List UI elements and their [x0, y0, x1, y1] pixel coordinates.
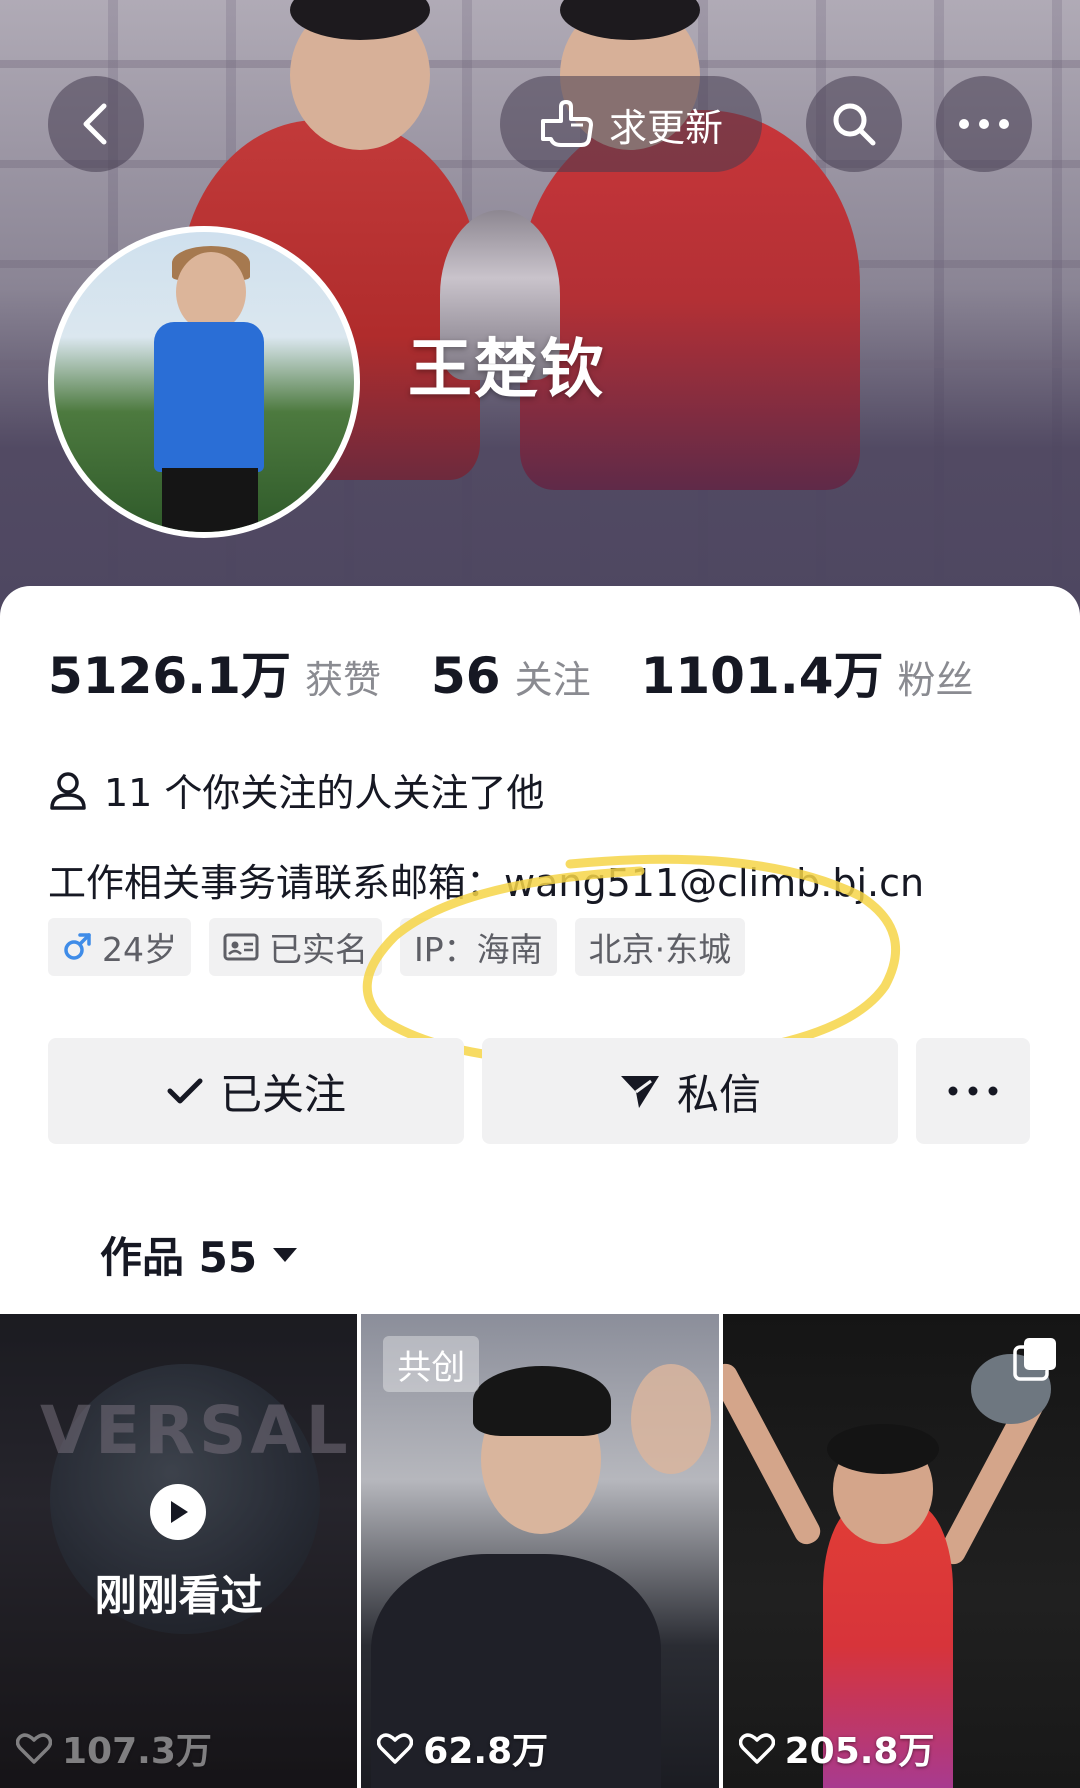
request-update-button[interactable]: 求更新	[500, 76, 762, 172]
tag-verified-label: 已实名	[269, 930, 368, 969]
stat-likes-label: 获赞	[304, 658, 381, 702]
stat-following-label: 关注	[514, 658, 591, 702]
mutual-followers-text: 11 个你关注的人关注了他	[104, 771, 545, 815]
avatar-shorts	[162, 468, 258, 532]
stat-following-value: 56	[430, 647, 501, 705]
video-likes-count: 107.3万	[62, 1731, 212, 1772]
tag-ip: IP：海南	[400, 918, 557, 976]
video-grid: VERSAL 刚刚看过 107.3万 共创 62.8万 205.8万	[0, 1314, 1080, 1788]
followed-button[interactable]: 已关注	[48, 1038, 464, 1144]
more-dots-icon	[959, 119, 1009, 129]
pointing-hand-icon	[540, 100, 593, 147]
stat-followers[interactable]: 1101.4万 粉丝	[641, 636, 974, 708]
heart-icon	[16, 1733, 52, 1764]
video-likes-count: 62.8万	[423, 1731, 549, 1772]
action-buttons: 已关注 私信	[48, 1038, 1032, 1144]
message-button-label: 私信	[676, 1069, 761, 1119]
stat-following[interactable]: 56 关注	[431, 647, 591, 705]
recently-viewed-label: 刚刚看过	[94, 1571, 263, 1620]
search-icon	[833, 103, 876, 146]
bio-text: 工作相关事务请联系邮箱：wang511@climb.bj.cn	[48, 861, 925, 905]
tag-location: 北京·东城	[574, 918, 746, 976]
player-arm-left	[722, 1359, 825, 1549]
heart-icon	[377, 1733, 414, 1764]
video-likes: 62.8万	[377, 1722, 548, 1774]
tag-ip-label: IP：海南	[414, 930, 543, 969]
video-tile[interactable]: 共创 62.8万	[361, 1314, 719, 1788]
tag-location-label: 北京·东城	[588, 930, 732, 969]
tag-age-label: 24岁	[102, 930, 177, 969]
checkmark-icon	[167, 1078, 203, 1104]
stats-row: 5126.1万 获赞 56 关注 1101.4万 粉丝	[48, 636, 1024, 708]
multi-image-icon	[1013, 1338, 1056, 1381]
avatar-shirt	[154, 322, 264, 472]
profile-nickname: 王楚钦	[408, 333, 606, 407]
video-tile[interactable]: VERSAL 刚刚看过 107.3万	[0, 1314, 358, 1788]
search-button[interactable]	[806, 76, 902, 172]
cocreate-badge: 共创	[383, 1336, 480, 1392]
player-hair	[826, 1424, 939, 1474]
followed-button-label: 已关注	[219, 1069, 346, 1119]
recently-viewed-overlay	[0, 1314, 358, 1788]
stat-likes: 5126.1万 获赞	[48, 636, 381, 708]
tag-age: 24岁	[48, 918, 191, 976]
works-tab-label: 作品 55	[100, 1233, 258, 1282]
id-card-icon	[223, 933, 259, 961]
video-bystander-face	[631, 1364, 712, 1474]
video-likes: 205.8万	[738, 1722, 935, 1774]
profile-info-card: 5126.1万 获赞 56 关注 1101.4万 粉丝 11 个你关注的人关注了…	[0, 586, 1080, 1788]
request-update-label: 求更新	[608, 105, 723, 150]
heart-icon	[738, 1733, 775, 1764]
play-icon	[150, 1484, 206, 1540]
back-button[interactable]	[48, 76, 144, 172]
stat-followers-value: 1101.4万	[640, 647, 884, 705]
tag-verified: 已实名	[209, 918, 382, 976]
male-gender-icon	[64, 933, 91, 960]
stat-likes-value: 5126.1万	[48, 647, 291, 705]
caret-down-icon	[273, 1247, 298, 1262]
message-button[interactable]: 私信	[482, 1038, 898, 1144]
avatar[interactable]	[48, 226, 360, 538]
mutual-followers[interactable]: 11 个你关注的人关注了他	[48, 762, 544, 817]
video-likes: 107.3万	[16, 1722, 212, 1774]
works-tab[interactable]: 作品 55	[100, 1224, 299, 1285]
more-dots-icon	[948, 1086, 998, 1096]
more-actions-button[interactable]	[916, 1038, 1030, 1144]
more-options-button[interactable]	[936, 76, 1032, 172]
person-icon	[50, 771, 86, 810]
profile-tags: 24岁 已实名 IP：海南 北京·东城	[48, 918, 746, 976]
video-tile[interactable]: 205.8万	[722, 1314, 1080, 1788]
avatar-head	[176, 252, 246, 332]
video-subject-hair	[473, 1366, 612, 1436]
video-likes-count: 205.8万	[784, 1731, 935, 1772]
send-icon	[620, 1076, 659, 1108]
chevron-left-icon	[83, 103, 107, 145]
stat-followers-label: 粉丝	[897, 658, 974, 702]
